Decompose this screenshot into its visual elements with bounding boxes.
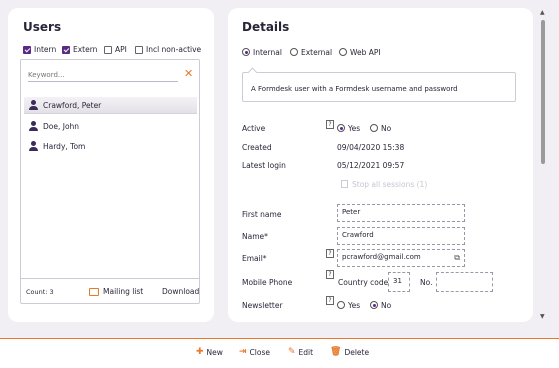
filter-intern-checkbox[interactable] bbox=[23, 46, 31, 54]
last-name-field[interactable]: Crawford bbox=[337, 227, 465, 245]
created-value: 09/04/2020 15:38 bbox=[337, 143, 405, 152]
active-no-radio[interactable] bbox=[370, 124, 378, 132]
type-webapi-radio[interactable] bbox=[339, 48, 347, 56]
type-description-box: A Formdesk user with a Formdesk username… bbox=[242, 67, 516, 102]
close-label: Close bbox=[249, 347, 270, 357]
filter-extern-label: Extern bbox=[73, 45, 98, 54]
newsletter-no-radio[interactable] bbox=[370, 301, 378, 309]
newsletter-help-icon[interactable]: ? bbox=[326, 296, 334, 305]
created-label: Created bbox=[242, 143, 272, 152]
country-code-label: Country code bbox=[338, 278, 389, 287]
active-label: Active bbox=[242, 124, 266, 133]
scroll-up-arrow-icon[interactable]: ▲ bbox=[540, 9, 545, 16]
filter-nonactive-checkbox[interactable] bbox=[135, 46, 143, 54]
user-icon bbox=[28, 141, 38, 151]
type-internal-radio[interactable] bbox=[242, 48, 250, 56]
users-panel: Users Intern Extern API Incl non-active … bbox=[8, 8, 214, 322]
email-value: pcrawford@gmail.com bbox=[342, 253, 421, 261]
active-no-label: No bbox=[381, 124, 392, 133]
users-title: Users bbox=[23, 20, 62, 34]
filter-api-checkbox[interactable] bbox=[104, 46, 112, 54]
bottom-toolbar: ✚ New ⇥ Close ✎ Edit 🗑 Delete bbox=[0, 338, 559, 368]
new-label: New bbox=[206, 347, 223, 357]
newsletter-no-label: No bbox=[381, 301, 392, 310]
trash-icon: 🗑 bbox=[330, 347, 342, 357]
details-title: Details bbox=[242, 20, 290, 34]
download-button[interactable]: Download bbox=[162, 287, 199, 296]
user-list-box: ✕ Crawford, Peter Doe, John Hardy, Tom C… bbox=[20, 59, 200, 304]
filter-extern-checkbox[interactable] bbox=[62, 46, 70, 54]
latest-login-value: 05/12/2021 09:57 bbox=[337, 161, 405, 170]
type-external-label: External bbox=[301, 48, 333, 57]
edit-label: Edit bbox=[298, 347, 314, 357]
phone-number-label: No. bbox=[420, 278, 433, 287]
active-help-icon[interactable]: ? bbox=[326, 120, 334, 129]
type-webapi-label: Web API bbox=[350, 48, 381, 57]
mobile-label: Mobile Phone bbox=[242, 278, 293, 287]
stop-sessions-button[interactable]: Stop all sessions (1) bbox=[352, 180, 427, 189]
list-item[interactable]: Hardy, Tom bbox=[24, 138, 197, 155]
country-code-field[interactable]: 31 bbox=[388, 272, 410, 292]
type-internal-label: Internal bbox=[253, 48, 282, 57]
first-name-label: First name bbox=[242, 210, 282, 219]
exit-door-icon: ⇥ bbox=[239, 347, 247, 357]
type-external-radio[interactable] bbox=[290, 48, 298, 56]
stop-sessions-icon bbox=[341, 180, 348, 188]
email-field[interactable]: pcrawford@gmail.com ⧉ bbox=[337, 249, 465, 267]
user-name: Hardy, Tom bbox=[43, 142, 86, 151]
list-item[interactable]: Doe, John bbox=[24, 118, 197, 135]
filter-nonactive-label: Incl non-active bbox=[146, 45, 202, 54]
details-panel: Details Internal External Web API A Form… bbox=[228, 8, 533, 322]
count-label: Count: 3 bbox=[26, 288, 54, 296]
delete-label: Delete bbox=[344, 347, 370, 357]
email-help-icon[interactable]: ? bbox=[326, 249, 334, 258]
email-label: Email* bbox=[242, 254, 267, 263]
active-yes-label: Yes bbox=[348, 124, 361, 133]
user-icon bbox=[28, 100, 38, 110]
search-input[interactable] bbox=[28, 68, 178, 82]
user-name: Doe, John bbox=[43, 122, 80, 131]
new-button[interactable]: ✚ New bbox=[196, 347, 223, 357]
newsletter-yes-label: Yes bbox=[348, 301, 361, 310]
filter-api-label: API bbox=[115, 45, 127, 54]
scroll-down-arrow-icon[interactable]: ▼ bbox=[540, 313, 545, 320]
type-description: A Formdesk user with a Formdesk username… bbox=[251, 85, 458, 93]
delete-button[interactable]: 🗑 Delete bbox=[330, 347, 369, 357]
latest-login-label: Latest login bbox=[242, 161, 286, 170]
details-scrollbar[interactable]: ▲ ▼ bbox=[539, 8, 547, 322]
list-item[interactable]: Crawford, Peter bbox=[24, 97, 197, 114]
name-label: Name* bbox=[242, 232, 268, 241]
user-name: Crawford, Peter bbox=[43, 101, 102, 110]
close-button[interactable]: ⇥ Close bbox=[239, 347, 270, 357]
phone-number-field[interactable] bbox=[436, 272, 493, 292]
mailing-list-button[interactable]: Mailing list bbox=[103, 287, 143, 296]
newsletter-yes-radio[interactable] bbox=[337, 301, 345, 309]
open-external-icon[interactable]: ⧉ bbox=[454, 253, 460, 263]
tooltip-arrow bbox=[247, 67, 258, 78]
mobile-help-icon[interactable]: ? bbox=[326, 270, 334, 279]
user-icon bbox=[28, 121, 38, 131]
scrollbar-thumb[interactable] bbox=[541, 20, 545, 164]
list-footer-divider bbox=[21, 278, 199, 279]
first-name-field[interactable]: Peter bbox=[337, 204, 465, 222]
mail-icon[interactable] bbox=[89, 288, 99, 296]
active-yes-radio[interactable] bbox=[337, 124, 345, 132]
pencil-icon: ✎ bbox=[288, 347, 296, 357]
edit-button[interactable]: ✎ Edit bbox=[288, 347, 313, 357]
plus-icon: ✚ bbox=[196, 347, 204, 357]
filter-intern-label: Intern bbox=[34, 45, 57, 54]
clear-search-icon[interactable]: ✕ bbox=[184, 67, 193, 80]
newsletter-label: Newsletter bbox=[242, 301, 283, 310]
